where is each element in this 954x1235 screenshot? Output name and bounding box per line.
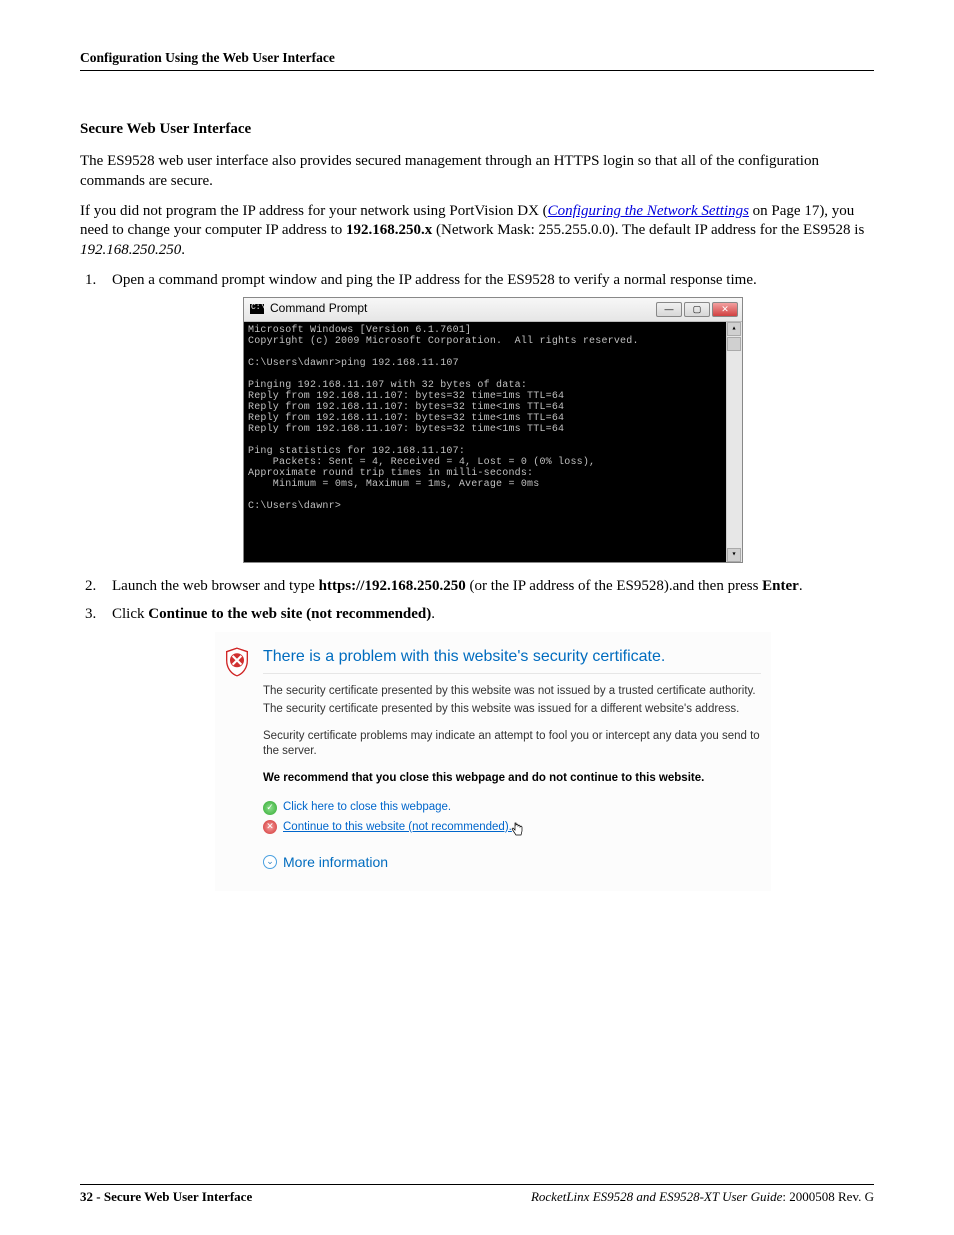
shield-icon bbox=[223, 646, 259, 683]
step-2a: Launch the web browser and type bbox=[112, 578, 319, 594]
scroll-thumb[interactable] bbox=[727, 337, 741, 351]
cmd-icon: C:\ bbox=[250, 304, 264, 314]
step-1-text: Open a command prompt window and ping th… bbox=[112, 272, 757, 288]
step-2c: (or the IP address of the ES9528).and th… bbox=[466, 578, 762, 594]
step-1: Open a command prompt window and ping th… bbox=[100, 271, 874, 563]
footer-revision: : 2000508 Rev. G bbox=[782, 1189, 874, 1204]
cert-line-3: Security certificate problems may indica… bbox=[263, 729, 761, 759]
step-2-enter: Enter bbox=[762, 578, 799, 594]
cert-line-1: The security certificate presented by th… bbox=[263, 684, 761, 699]
page-footer: 32 - Secure Web User Interface RocketLin… bbox=[80, 1184, 874, 1205]
cmd-scrollbar[interactable]: ▴ ▾ bbox=[726, 322, 742, 562]
step-3a: Click bbox=[112, 606, 148, 622]
more-information-toggle[interactable]: More information bbox=[283, 853, 388, 871]
step-2-url: https://192.168.250.250 bbox=[319, 578, 466, 594]
warning-icon: ✕ bbox=[263, 820, 277, 834]
footer-section-name: Secure Web User Interface bbox=[104, 1189, 252, 1204]
cert-recommend: We recommend that you close this webpage… bbox=[263, 771, 761, 786]
step-3-link-text: Continue to the web site (not recommende… bbox=[148, 606, 431, 622]
continue-link[interactable]: Continue to this website (not recommende… bbox=[283, 820, 512, 835]
para2-end: . bbox=[181, 242, 185, 258]
minimize-button[interactable]: — bbox=[656, 302, 682, 317]
certificate-warning-panel: There is a problem with this website's s… bbox=[215, 632, 771, 891]
close-webpage-link[interactable]: Click here to close this webpage. bbox=[283, 800, 451, 815]
footer-guide-title: RocketLinx ES9528 and ES9528-XT User Gui… bbox=[531, 1189, 782, 1204]
cert-heading: There is a problem with this website's s… bbox=[263, 646, 761, 667]
para2-c: (Network Mask: 255.255.0.0). The default… bbox=[432, 222, 864, 238]
step-3c: . bbox=[431, 606, 435, 622]
para2-a: If you did not program the IP address fo… bbox=[80, 203, 548, 219]
running-header: Configuration Using the Web User Interfa… bbox=[80, 50, 874, 71]
step-3: Click Continue to the web site (not reco… bbox=[100, 605, 874, 892]
command-prompt-window: C:\ Command Prompt — ▢ ✕ Microsoft Windo… bbox=[243, 297, 743, 563]
footer-page-number: 32 bbox=[80, 1189, 93, 1204]
step-2: Launch the web browser and type https://… bbox=[100, 577, 874, 597]
maximize-button[interactable]: ▢ bbox=[684, 302, 710, 317]
intro-para-2: If you did not program the IP address fo… bbox=[80, 202, 874, 261]
para2-default-ip: 192.168.250.250 bbox=[80, 242, 181, 258]
config-link[interactable]: Configuring the Network Settings bbox=[548, 203, 749, 219]
step-2e: . bbox=[799, 578, 803, 594]
section-title: Secure Web User Interface bbox=[80, 121, 874, 138]
cert-divider bbox=[263, 673, 761, 674]
close-button[interactable]: ✕ bbox=[712, 302, 738, 317]
chevron-down-icon[interactable]: ⌄ bbox=[263, 855, 277, 869]
intro-para-1: The ES9528 web user interface also provi… bbox=[80, 152, 874, 192]
scroll-up-icon[interactable]: ▴ bbox=[727, 322, 741, 336]
para2-ip: 192.168.250.x bbox=[346, 222, 432, 238]
cmd-title-text: Command Prompt bbox=[270, 301, 656, 317]
check-icon: ✓ bbox=[263, 801, 277, 815]
cursor-hand-icon bbox=[512, 820, 526, 834]
scroll-down-icon[interactable]: ▾ bbox=[727, 548, 741, 562]
cmd-output: Microsoft Windows [Version 6.1.7601] Cop… bbox=[244, 322, 726, 562]
cmd-titlebar: C:\ Command Prompt — ▢ ✕ bbox=[244, 298, 742, 322]
cert-line-2: The security certificate presented by th… bbox=[263, 702, 761, 717]
